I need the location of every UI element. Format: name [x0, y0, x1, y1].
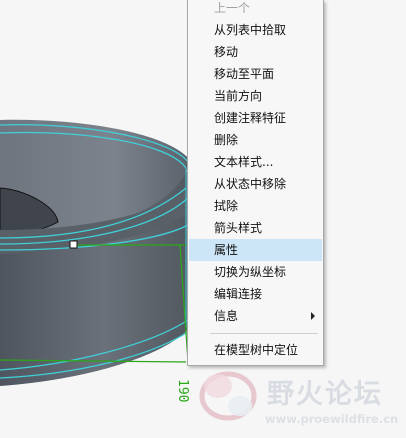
- menu-item-label: 切换为纵坐标: [214, 265, 287, 279]
- watermark-title: 野火论坛: [267, 379, 383, 410]
- menu-item-text-style[interactable]: 文本样式...: [189, 151, 322, 173]
- menu-item-move-to-plane[interactable]: 移动至平面: [189, 63, 322, 85]
- menu-item-label: 在模型树中定位: [214, 343, 299, 357]
- menu-separator: [210, 333, 318, 334]
- menu-item-label: 拭除: [214, 199, 239, 213]
- menu-item-label: 上一个: [214, 1, 251, 15]
- menu-item-label: 箭头样式: [214, 221, 263, 235]
- context-menu: 上一个 从列表中拾取 移动 移动至平面 当前方向 创建注释特征 删除 文本样式.…: [187, 0, 324, 366]
- menu-item-properties[interactable]: 属性: [189, 239, 322, 261]
- menu-item-label: 移动: [214, 45, 239, 59]
- watermark-url: www.proewildfire.cn: [265, 412, 399, 426]
- menu-item-previous[interactable]: 上一个: [189, 0, 322, 19]
- menu-item-info[interactable]: 信息: [189, 305, 322, 327]
- submenu-arrow-icon: [311, 312, 315, 320]
- menu-item-create-annotation-feature[interactable]: 创建注释特征: [189, 107, 322, 129]
- ring-model[interactable]: [0, 119, 190, 386]
- menu-item-label: 创建注释特征: [214, 111, 287, 125]
- menu-item-toggle-ordinate[interactable]: 切换为纵坐标: [189, 261, 322, 283]
- menu-item-label: 从列表中拾取: [214, 23, 287, 37]
- menu-item-label: 文本样式...: [214, 155, 274, 169]
- selection-handle[interactable]: [69, 240, 78, 249]
- forum-logo: [199, 371, 257, 421]
- menu-item-arrow-style[interactable]: 箭头样式: [189, 217, 322, 239]
- menu-item-locate-in-model-tree[interactable]: 在模型树中定位: [189, 339, 322, 361]
- menu-item-label: 从状态中移除: [214, 177, 287, 191]
- menu-item-pick-from-list[interactable]: 从列表中拾取: [189, 19, 322, 41]
- menu-item-label: 属性: [214, 243, 239, 257]
- menu-item-label: 信息: [214, 309, 239, 323]
- menu-item-remove-from-state[interactable]: 从状态中移除: [189, 173, 322, 195]
- menu-item-move[interactable]: 移动: [189, 41, 322, 63]
- dimension-value[interactable]: 190: [167, 379, 197, 402]
- menu-item-label: 当前方向: [214, 89, 263, 103]
- menu-item-erase[interactable]: 拭除: [189, 195, 322, 217]
- menu-item-delete[interactable]: 删除: [189, 129, 322, 151]
- menu-item-current-direction[interactable]: 当前方向: [189, 85, 322, 107]
- menu-item-label: 移动至平面: [214, 67, 275, 81]
- menu-item-edit-attachment[interactable]: 编辑连接: [189, 283, 322, 305]
- menu-item-label: 编辑连接: [214, 287, 263, 301]
- menu-item-label: 删除: [214, 133, 239, 147]
